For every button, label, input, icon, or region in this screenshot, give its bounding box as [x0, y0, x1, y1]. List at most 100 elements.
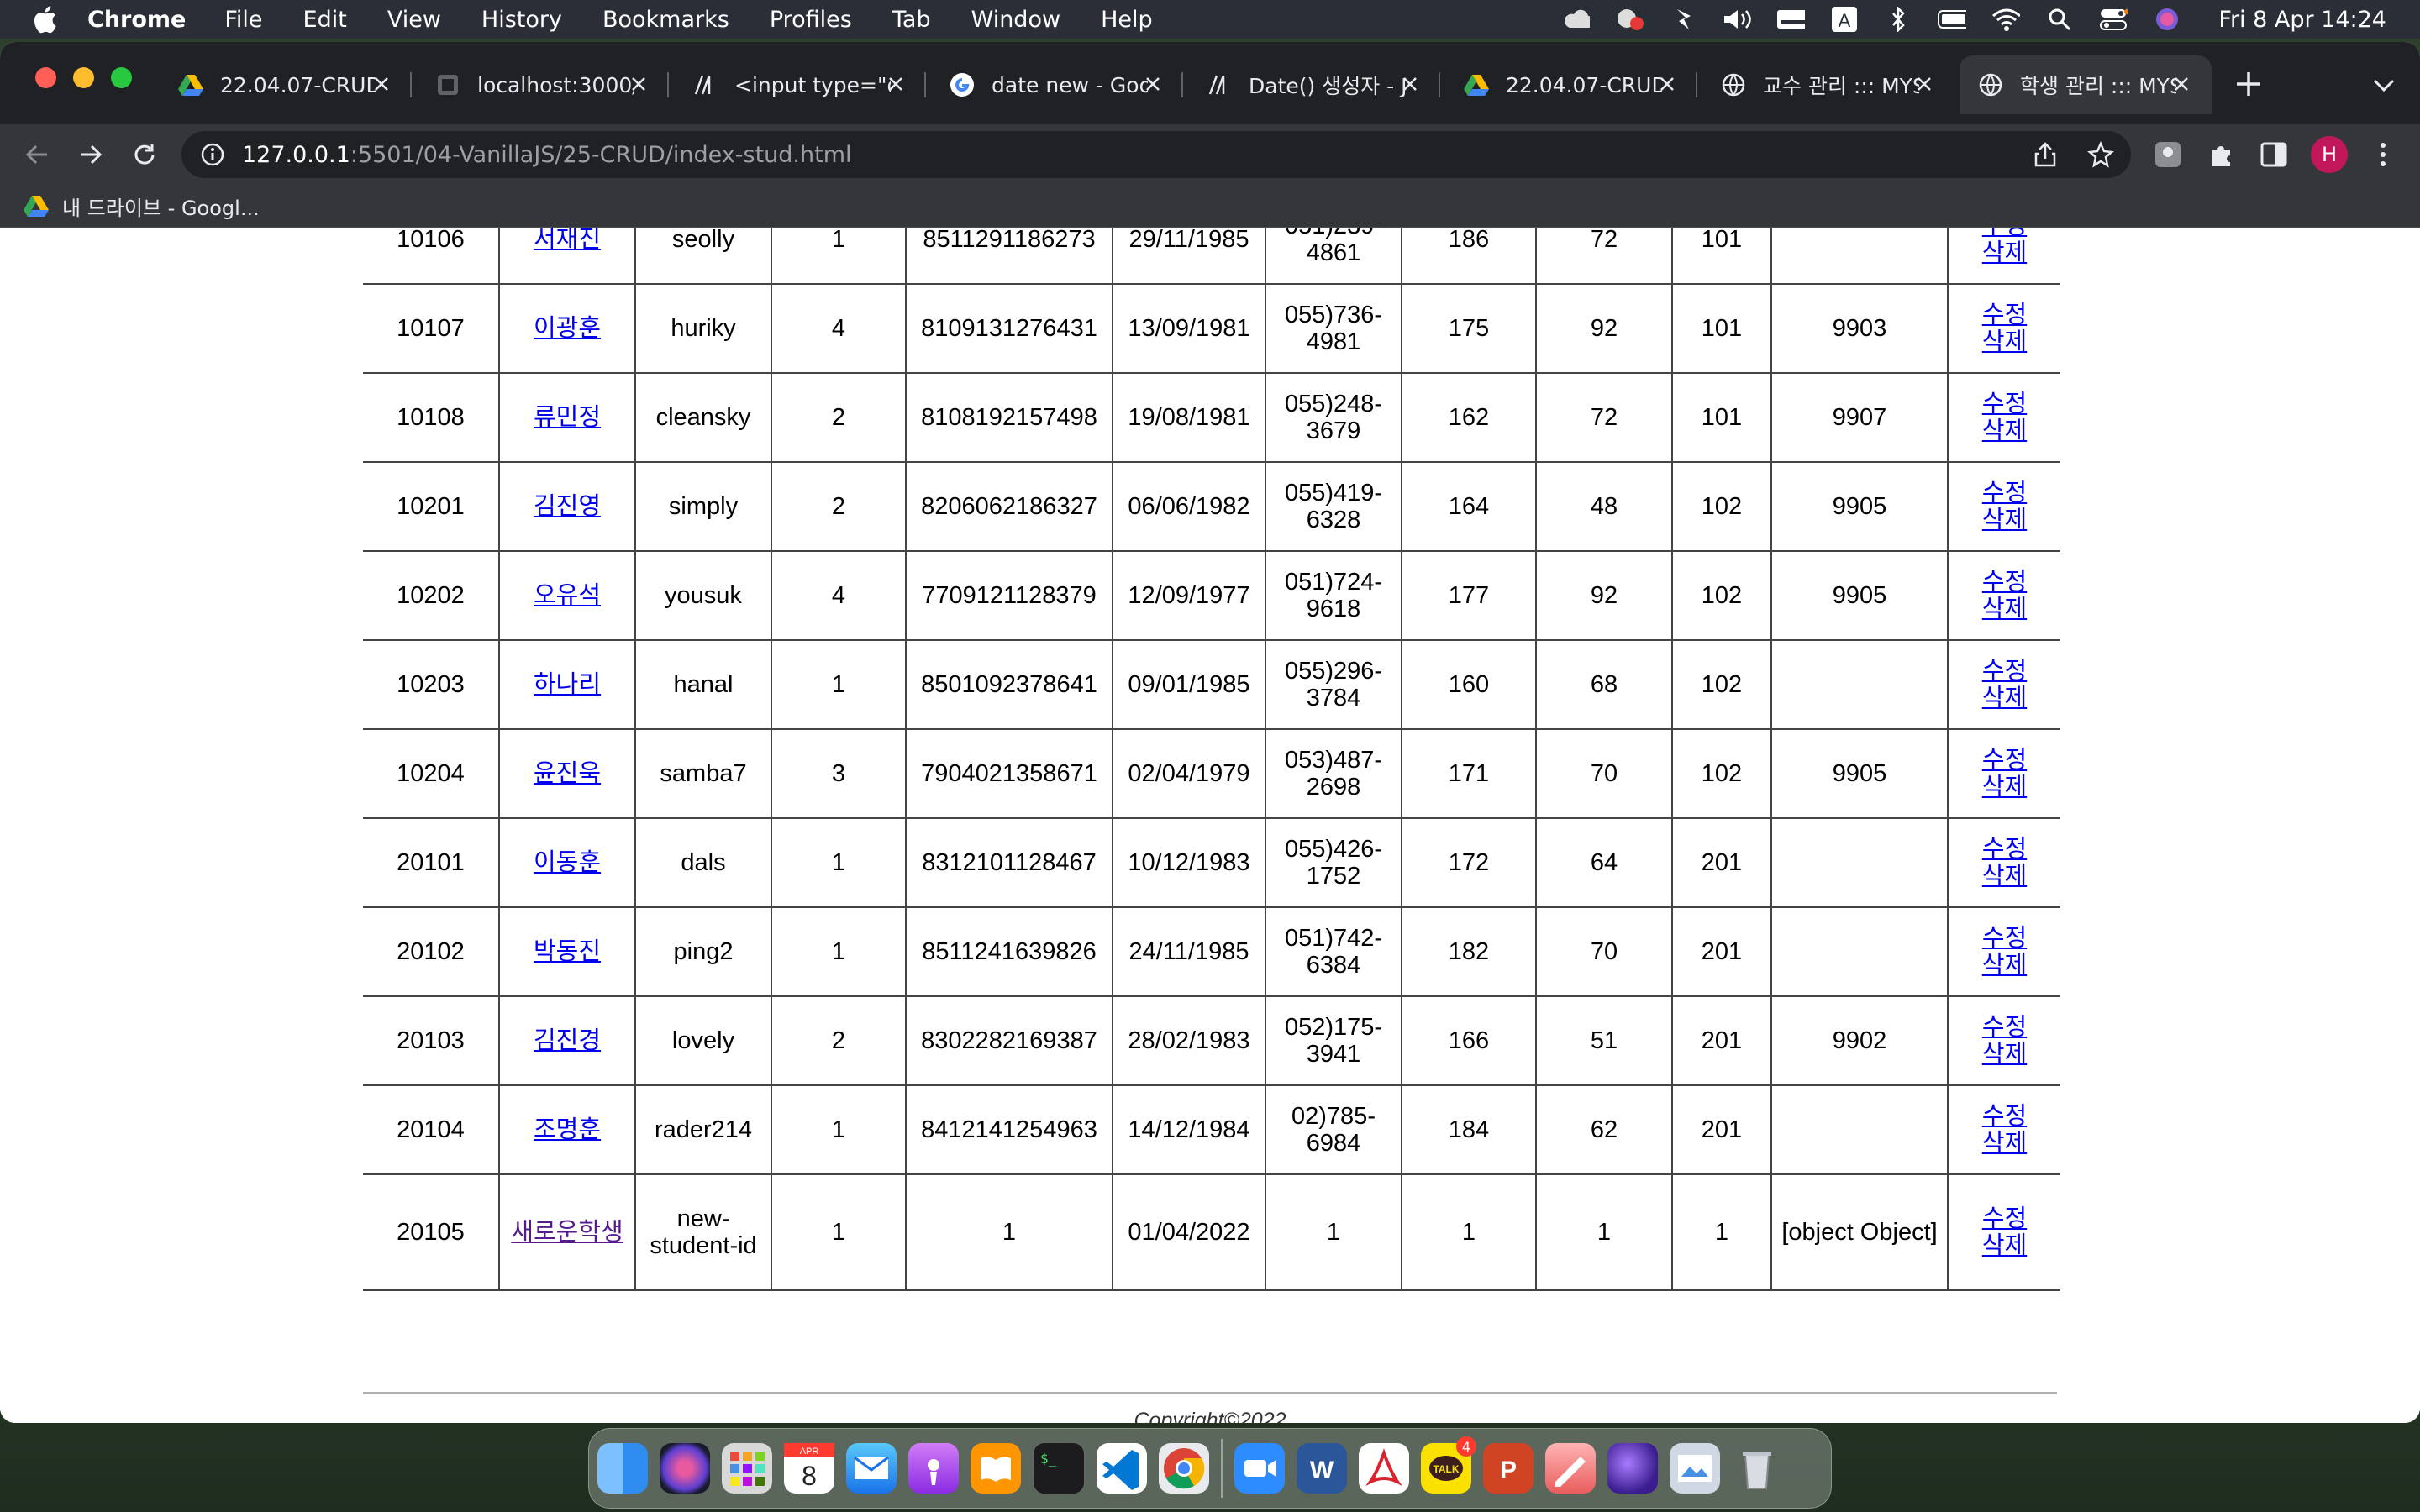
menubar-clock[interactable]: Fri 8 Apr 14:24	[2218, 7, 2386, 33]
close-tab-icon[interactable]	[1912, 72, 1936, 96]
edit-link[interactable]: 수정	[1982, 228, 2027, 239]
extension-icon[interactable]	[2153, 139, 2183, 170]
spotlight-icon[interactable]	[2045, 8, 2074, 31]
delete-link[interactable]: 삭제	[1982, 1232, 2027, 1259]
delete-link[interactable]: 삭제	[1982, 774, 2027, 801]
tab-2[interactable]: localhost:3000/	[417, 55, 669, 114]
word-icon[interactable]: W	[1297, 1443, 1347, 1494]
edit-link[interactable]: 수정	[1982, 1103, 2027, 1130]
delete-link[interactable]: 삭제	[1982, 1041, 2027, 1068]
siri-icon[interactable]	[2153, 8, 2181, 30]
student-name-link[interactable]: 하나리	[534, 671, 601, 698]
preview-icon[interactable]	[1670, 1443, 1720, 1494]
siri-icon[interactable]	[660, 1443, 710, 1494]
student-name-link[interactable]: 김진경	[534, 1027, 601, 1054]
books-icon[interactable]	[971, 1443, 1021, 1494]
tab-6[interactable]: 22.04.07-CRUD	[1445, 55, 1697, 114]
menu-help[interactable]: Help	[1101, 7, 1153, 33]
extensions-puzzle-icon[interactable]	[2207, 139, 2237, 170]
edit-link[interactable]: 수정	[1982, 302, 2027, 328]
launchpad-icon[interactable]	[722, 1443, 772, 1494]
close-tab-icon[interactable]	[627, 72, 650, 96]
finder-icon[interactable]	[597, 1443, 648, 1494]
delete-link[interactable]: 삭제	[1982, 507, 2027, 533]
powerpoint-icon[interactable]: P	[1483, 1443, 1534, 1494]
student-name-link[interactable]: 조명훈	[534, 1116, 601, 1143]
student-name-link[interactable]: 서재진	[534, 228, 601, 253]
delete-link[interactable]: 삭제	[1982, 417, 2027, 444]
menu-edit[interactable]: Edit	[303, 7, 347, 33]
icloud-icon[interactable]	[1561, 8, 1591, 30]
edit-link[interactable]: 수정	[1982, 925, 2027, 952]
tab-5[interactable]: Date() 생성자 - J	[1188, 55, 1440, 114]
address-bar[interactable]: 127.0.0.1:5501/04-VanillaJS/25-CRUD/inde…	[182, 131, 2131, 178]
student-name-link[interactable]: 새로운학생	[511, 1219, 623, 1246]
edit-link[interactable]: 수정	[1982, 1205, 2027, 1232]
zoom-icon[interactable]	[1234, 1443, 1285, 1494]
zoom-window-button[interactable]	[111, 67, 132, 88]
menu-tab[interactable]: Tab	[892, 7, 931, 33]
acrobat-icon[interactable]	[1359, 1443, 1409, 1494]
close-tab-icon[interactable]	[884, 72, 908, 96]
menu-profiles[interactable]: Profiles	[770, 7, 852, 33]
side-panel-icon[interactable]	[2259, 139, 2289, 170]
tab-7[interactable]: 교수 관리 ::: MYS	[1702, 55, 1954, 114]
bookmark-star-icon[interactable]	[2087, 141, 2114, 168]
edit-link[interactable]: 수정	[1982, 569, 2027, 596]
close-tab-icon[interactable]	[2170, 72, 2193, 96]
delete-link[interactable]: 삭제	[1982, 685, 2027, 711]
menu-view[interactable]: View	[387, 7, 441, 33]
calendar-icon[interactable]: APR 8	[784, 1443, 834, 1494]
menu-app-name[interactable]: Chrome	[87, 7, 186, 33]
share-icon[interactable]	[2032, 141, 2059, 168]
delete-link[interactable]: 삭제	[1982, 596, 2027, 622]
menu-window[interactable]: Window	[971, 7, 1060, 33]
trash-icon[interactable]	[1732, 1443, 1782, 1494]
delete-link[interactable]: 삭제	[1982, 328, 2027, 355]
keyboard-icon[interactable]	[1776, 8, 1806, 30]
student-name-link[interactable]: 윤진욱	[534, 760, 601, 787]
tab-4[interactable]: date new - Goo	[931, 55, 1183, 114]
close-window-button[interactable]	[35, 67, 56, 88]
menu-file[interactable]: File	[224, 7, 262, 33]
pencil-app-icon[interactable]	[1545, 1443, 1596, 1494]
tab-search-chevron-icon[interactable]	[2371, 74, 2396, 96]
browser-app-icon[interactable]	[1607, 1443, 1658, 1494]
edit-link[interactable]: 수정	[1982, 480, 2027, 507]
tab-3[interactable]: <input type="da	[674, 55, 926, 114]
delete-link[interactable]: 삭제	[1982, 239, 2027, 266]
student-name-link[interactable]: 김진영	[534, 493, 601, 520]
edit-link[interactable]: 수정	[1982, 836, 2027, 863]
volume-icon[interactable]	[1723, 8, 1752, 30]
control-center-icon[interactable]	[2099, 8, 2128, 30]
vpn-icon[interactable]	[1669, 8, 1697, 30]
site-info-icon[interactable]	[200, 142, 225, 167]
chrome-icon[interactable]	[1159, 1443, 1209, 1494]
tab-8-active[interactable]: 학생 관리 ::: MYS	[1960, 55, 2212, 114]
bluetooth-icon[interactable]	[1884, 7, 1912, 32]
student-name-link[interactable]: 이광훈	[534, 315, 601, 342]
input-source-icon[interactable]: A	[1830, 7, 1859, 32]
edit-link[interactable]: 수정	[1982, 658, 2027, 685]
student-name-link[interactable]: 박동진	[534, 938, 601, 965]
student-name-link[interactable]: 이동훈	[534, 849, 601, 876]
menu-history[interactable]: History	[481, 7, 562, 33]
vscode-icon[interactable]	[1097, 1443, 1147, 1494]
apple-menu-icon[interactable]	[32, 5, 57, 34]
student-name-link[interactable]: 오유석	[534, 582, 601, 609]
minimize-window-button[interactable]	[73, 67, 94, 88]
kakaotalk-icon[interactable]: TALK 4	[1421, 1436, 1476, 1494]
back-icon[interactable]	[22, 139, 52, 170]
profile-avatar[interactable]: H	[2311, 136, 2348, 173]
wifi-icon[interactable]	[1991, 8, 2021, 31]
menu-bookmarks[interactable]: Bookmarks	[602, 7, 729, 33]
tab-1[interactable]: 22.04.07-CRUD	[160, 55, 412, 114]
reload-icon[interactable]	[129, 139, 160, 170]
notification-icon[interactable]	[1615, 8, 1644, 30]
terminal-icon[interactable]: $_	[1033, 1442, 1085, 1494]
student-name-link[interactable]: 류민정	[534, 404, 601, 431]
close-tab-icon[interactable]	[1141, 72, 1165, 96]
close-tab-icon[interactable]	[370, 72, 393, 96]
edit-link[interactable]: 수정	[1982, 1014, 2027, 1041]
delete-link[interactable]: 삭제	[1982, 952, 2027, 979]
